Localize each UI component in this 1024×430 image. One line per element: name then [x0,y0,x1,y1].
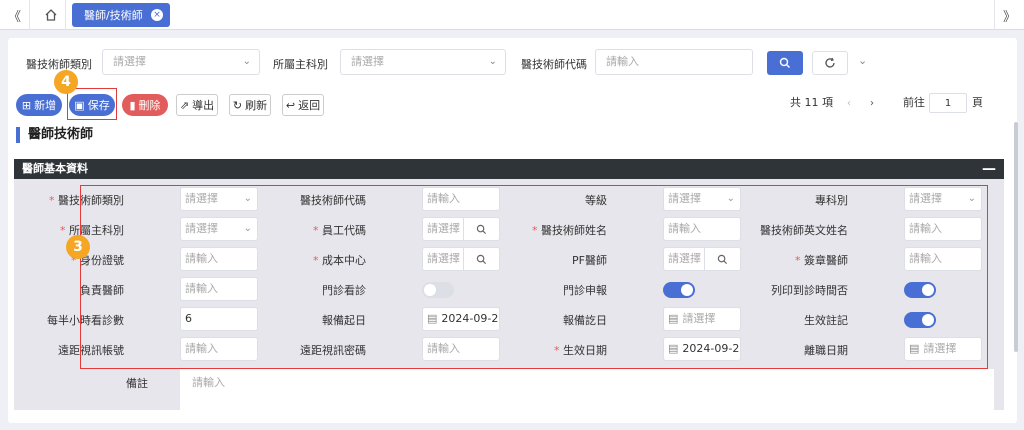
tab-label: 醫師/技術師 [84,9,143,22]
scrollbar[interactable] [1014,122,1018,352]
back-label: 返回 [298,99,321,112]
search-icon [779,57,790,68]
add-icon: ⊞ [21,98,32,112]
goto-label: 前往 [903,96,925,109]
back-arrow-icon: ↩ [285,98,296,112]
main-panel: 醫技術師類別 請選擇 ⌄ 所屬主科別 請選擇 ⌄ 醫技術師代碼 請輸入 ⌄ ⊞ 新… [8,38,1018,423]
close-icon[interactable]: × [151,9,163,21]
trash-icon: ▮ [129,98,136,112]
category-label: 醫技術師類別 [26,58,92,71]
total-count: 共 11 項 [790,96,833,109]
home-icon [45,9,56,21]
home-button[interactable] [36,0,66,30]
prev-page-button[interactable]: ‹ [840,93,858,113]
dept-placeholder: 請選擇 [351,55,384,68]
dept-select[interactable]: 請選擇 ⌄ [340,49,506,75]
double-chevron-left-icon: 《 [7,9,21,25]
page-input[interactable]: 1 [929,93,967,113]
scroll-left-button[interactable]: 《 [0,0,30,30]
remark-label: 備註 [126,377,148,390]
category-select[interactable]: 請選擇 ⌄ [102,49,260,75]
dept-label: 所屬主科別 [273,58,328,71]
step-badge-3: 3 [66,235,90,259]
scroll-right-button[interactable]: 》 [994,0,1024,30]
code-placeholder: 請輸入 [606,55,639,68]
minimize-icon[interactable]: — [982,159,996,179]
refresh-label: 刷新 [245,99,268,112]
section-header-bar: 醫師基本資料 — [14,159,1004,179]
step-badge-4: 4 [54,70,78,94]
page-value: 1 [944,97,952,109]
double-chevron-right-icon: 》 [1002,9,1016,25]
back-button[interactable]: ↩ 返回 [282,94,324,116]
code-label: 醫技術師代碼 [521,58,587,71]
highlight-box-save [67,88,117,120]
section-title: 醫師技術師 [16,127,93,143]
tab-doctor-technician[interactable]: 醫師/技術師 × [72,3,170,27]
chevron-left-icon: ‹ [847,97,851,109]
chevron-down-icon: ⌄ [242,56,251,67]
remark-placeholder: 請輸入 [192,376,225,389]
add-label: 新增 [34,99,57,112]
tab-bar: 《 醫師/技術師 × 》 [0,0,1024,30]
search-button[interactable] [767,51,803,75]
refresh-button[interactable]: ↻ 刷新 [229,94,271,116]
required-asterisk: * [49,194,58,207]
export-label: 導出 [192,99,215,112]
chevron-right-icon: › [870,97,874,109]
add-button[interactable]: ⊞ 新增 [16,94,62,116]
category-placeholder: 請選擇 [113,55,146,68]
delete-label: 刪除 [138,99,161,112]
expand-search-icon[interactable]: ⌄ [858,54,867,67]
required-asterisk: * [60,224,69,237]
next-page-button[interactable]: › [863,93,881,113]
highlight-box-form [80,185,988,369]
section-bar-title: 醫師基本資料 [22,162,88,175]
code-input[interactable]: 請輸入 [595,49,753,75]
delete-button[interactable]: ▮ 刪除 [122,94,168,116]
refresh-icon [825,57,835,68]
chevron-down-icon: ⌄ [488,56,497,67]
remark-textarea[interactable]: 請輸入 [180,369,994,410]
export-icon: ⇗ [179,98,190,112]
refresh-icon: ↻ [232,98,243,112]
reset-button[interactable] [812,51,848,75]
export-button[interactable]: ⇗ 導出 [176,94,218,116]
page-unit-label: 頁 [972,96,983,109]
